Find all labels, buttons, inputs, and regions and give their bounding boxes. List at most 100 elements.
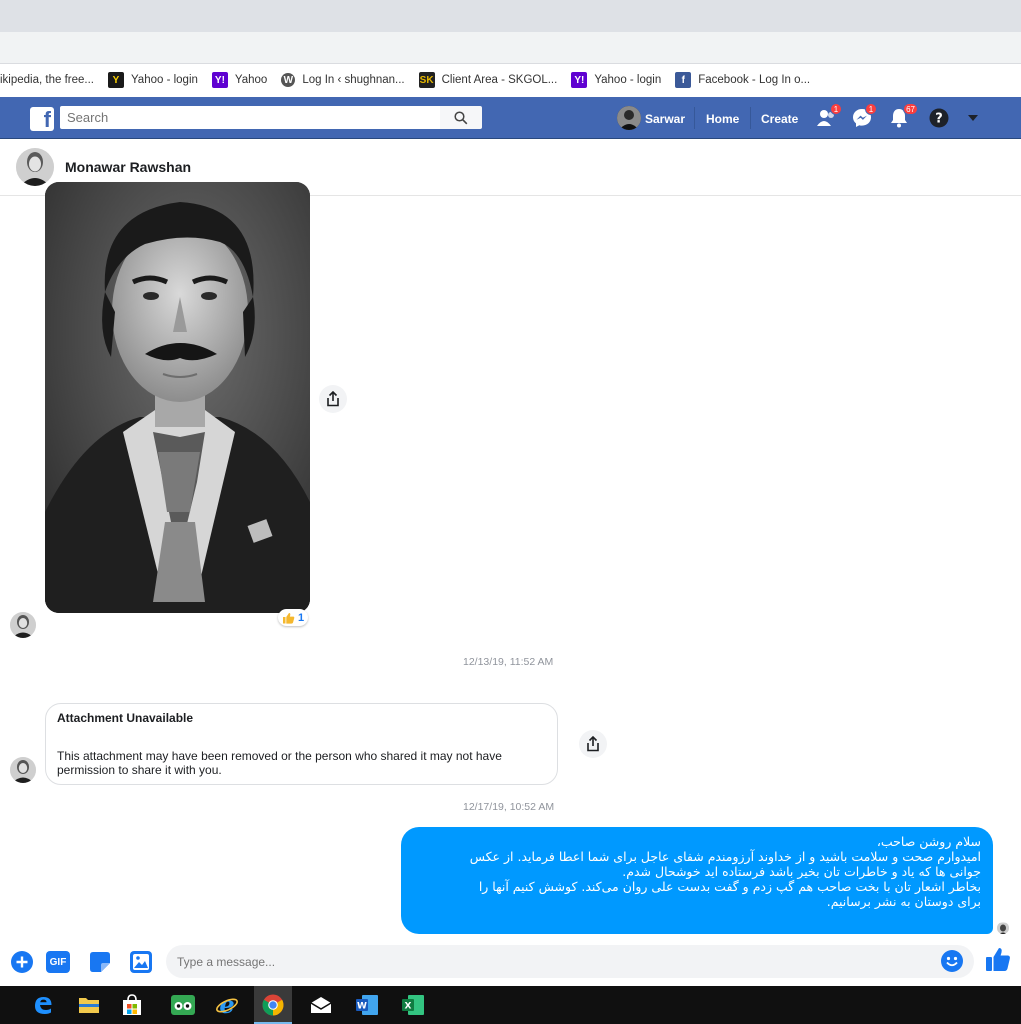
share-photo-button[interactable] (319, 385, 347, 413)
message-timestamp: 12/13/19, 11:52 AM (463, 656, 554, 668)
friend-requests-button[interactable]: 1 (814, 103, 842, 131)
message-input[interactable] (166, 945, 974, 978)
friend-requests-badge: 1 (830, 103, 842, 115)
image-icon (130, 951, 152, 973)
user-avatar[interactable] (617, 106, 641, 130)
outgoing-message-bubble[interactable]: سلام روشن صاحب، امیدوارم صحت و سلامت باش… (401, 827, 993, 934)
nav-divider (694, 107, 695, 129)
plus-circle-icon (11, 951, 33, 973)
bookmark-label: Log In ‹ shughnan... (302, 74, 405, 86)
smiley-icon (941, 950, 963, 972)
taskbar-word[interactable]: W (348, 986, 386, 1024)
bookmark-yahoo-login-2[interactable]: Y! Yahoo - login (571, 72, 661, 88)
chrome-icon (262, 994, 284, 1016)
sk-icon: SK (418, 72, 435, 88)
photo-attachment[interactable] (45, 182, 310, 613)
taskbar-store[interactable] (113, 986, 151, 1024)
bookmark-label: Yahoo - login (594, 74, 662, 86)
edge-icon (35, 997, 52, 1014)
profile-link[interactable]: Sarwar (645, 112, 685, 126)
messenger-badge: 1 (865, 103, 877, 115)
store-bag-icon (123, 994, 141, 1015)
facebook-logo-icon[interactable]: f (30, 107, 54, 131)
taskbar-file-explorer[interactable] (70, 986, 108, 1024)
contact-photo-icon (16, 148, 54, 186)
svg-text:W: W (357, 1002, 367, 1012)
create-link[interactable]: Create (761, 112, 798, 126)
attachment-title: Attachment Unavailable (57, 711, 194, 725)
reaction-count: 1 (298, 611, 305, 624)
share-attachment-button[interactable] (579, 730, 607, 758)
bookmark-wikipedia[interactable]: ikipedia, the free... (0, 74, 94, 86)
portrait-photo-image (45, 182, 310, 613)
caret-down-icon (968, 115, 978, 121)
sender-avatar[interactable] (10, 612, 36, 638)
facebook-logo-letter: f (43, 107, 51, 131)
contact-photo-icon (10, 757, 36, 783)
sticker-button[interactable] (89, 951, 111, 973)
bookmark-yahoo-login[interactable]: Y Yahoo - login (107, 72, 198, 88)
excel-icon: X (402, 995, 424, 1015)
taskbar-edge[interactable] (24, 986, 62, 1024)
tripadvisor-icon (171, 995, 195, 1015)
message-line: بخاطر اشعار تان با بخت صاحب هم گپ زدم و … (478, 879, 981, 894)
bookmark-label: Yahoo - login (130, 74, 198, 86)
gif-label: GIF (49, 956, 67, 968)
svg-text:?: ? (935, 112, 943, 127)
wordpress-icon: W (281, 73, 296, 87)
help-button[interactable]: ? (926, 105, 952, 131)
user-photo-icon (617, 106, 641, 130)
account-menu-button[interactable] (960, 105, 986, 131)
seen-indicator-avatar (997, 922, 1009, 934)
mail-icon (310, 997, 332, 1013)
photo-upload-button[interactable] (130, 951, 152, 973)
word-icon: W (356, 995, 378, 1015)
message-line: امیدوارم صحت و سلامت باشید و از خداوند آ… (469, 849, 981, 864)
sticker-icon (90, 952, 110, 972)
bookmark-wordpress-login[interactable]: W Log In ‹ shughnan... (281, 73, 405, 87)
sender-avatar[interactable] (10, 757, 36, 783)
bookmark-label: Client Area - SKGOL... (441, 74, 558, 86)
notifications-badge: 67 (903, 103, 918, 115)
contact-photo-icon (997, 923, 1009, 934)
more-actions-button[interactable] (11, 951, 33, 973)
attachment-unavailable-card: Attachment Unavailable This attachment m… (45, 703, 558, 785)
bookmark-client-area[interactable]: SK Client Area - SKGOL... (418, 72, 558, 88)
share-icon (587, 736, 599, 752)
share-icon (327, 391, 339, 407)
gif-button[interactable]: GIF (46, 951, 70, 973)
taskbar-mail[interactable] (302, 986, 340, 1024)
search-button[interactable] (440, 106, 482, 129)
taskbar-excel[interactable]: X (394, 986, 432, 1024)
browser-address-bar[interactable] (0, 32, 1021, 64)
bookmarks-bar: ikipedia, the free... Y Yahoo - login Y!… (0, 64, 1021, 96)
bookmark-label: Facebook - Log In o... (698, 74, 811, 86)
browser-tab-strip (0, 0, 1021, 32)
contact-name[interactable]: Monawar Rawshan (65, 159, 191, 175)
home-link[interactable]: Home (706, 112, 739, 126)
like-reaction-badge[interactable]: 1 (278, 609, 309, 626)
search-icon (454, 110, 468, 124)
thumbs-up-icon (986, 948, 1010, 971)
svg-text:e: e (219, 993, 234, 1017)
send-like-button[interactable] (985, 946, 1011, 972)
emoji-button[interactable] (941, 950, 963, 972)
message-timestamp: 12/17/19, 10:52 AM (463, 801, 555, 813)
taskbar-tripadvisor[interactable] (164, 986, 202, 1024)
bookmark-facebook[interactable]: f Facebook - Log In o... (675, 72, 810, 88)
search-input[interactable] (60, 106, 440, 129)
contact-avatar[interactable] (16, 148, 54, 186)
folder-icon (79, 998, 99, 1013)
messenger-button[interactable]: 1 (849, 103, 877, 131)
taskbar-chrome[interactable] (254, 986, 292, 1024)
yahoo-icon: Y! (571, 72, 588, 88)
help-icon: ? (929, 108, 949, 128)
thumbs-up-icon (283, 612, 295, 624)
taskbar-internet-explorer[interactable]: e (208, 986, 246, 1024)
message-line: برای دوستان به نشر برسانیم. (826, 894, 981, 909)
facebook-icon: f (675, 72, 692, 88)
bookmark-yahoo[interactable]: Y! Yahoo (211, 72, 267, 88)
notifications-button[interactable]: 67 (886, 103, 918, 131)
contact-photo-icon (10, 612, 36, 638)
svg-text:X: X (405, 1002, 412, 1012)
